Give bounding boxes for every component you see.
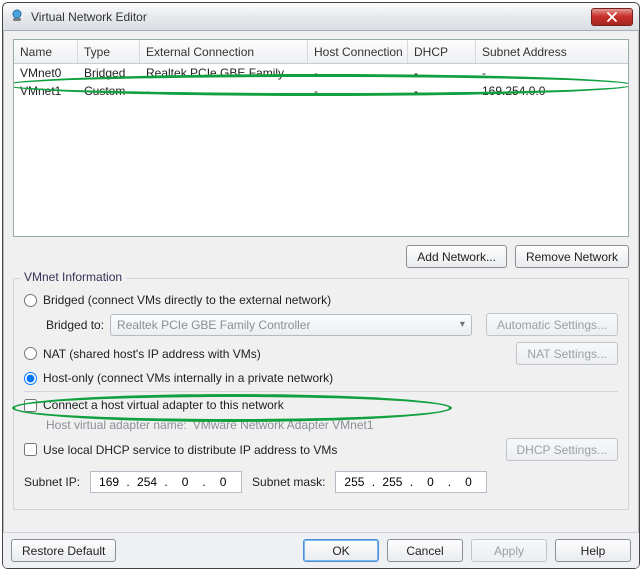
close-icon [607, 12, 617, 22]
bridged-to-dropdown: Realtek PCIe GBE Family Controller ▾ [110, 314, 472, 336]
cancel-button[interactable]: Cancel [387, 539, 463, 562]
separator [24, 391, 618, 392]
content-area: Name Type External Connection Host Conne… [3, 31, 639, 532]
nat-label: NAT (shared host's IP address with VMs) [43, 347, 261, 361]
connect-host-adapter-label: Connect a host virtual adapter to this n… [43, 398, 284, 412]
col-name[interactable]: Name [14, 40, 78, 63]
nat-radio-row: NAT (shared host's IP address with VMs) … [24, 342, 618, 365]
subnet-mask-label: Subnet mask: [252, 475, 325, 489]
subnet-ip-field[interactable]: 169. 254. 0. 0 [90, 471, 242, 493]
host-adapter-name-value: VMware Network Adapter VMnet1 [193, 418, 374, 432]
col-host[interactable]: Host Connection [308, 40, 408, 63]
bridged-to-label: Bridged to: [46, 318, 104, 332]
bridged-label: Bridged (connect VMs directly to the ext… [43, 293, 331, 307]
restore-default-button[interactable]: Restore Default [11, 539, 116, 562]
app-icon [9, 9, 25, 25]
subnet-row: Subnet IP: 169. 254. 0. 0 Subnet mask: 2… [24, 471, 618, 493]
connect-host-adapter-checkbox[interactable] [24, 399, 37, 412]
col-type[interactable]: Type [78, 40, 140, 63]
remove-network-button[interactable]: Remove Network [515, 245, 629, 268]
hostonly-radio[interactable] [24, 372, 37, 385]
subnet-ip-label: Subnet IP: [24, 475, 80, 489]
col-dhcp[interactable]: DHCP [408, 40, 476, 63]
chevron-down-icon: ▾ [460, 319, 465, 330]
use-dhcp-checkbox[interactable] [24, 443, 37, 456]
group-legend: VMnet Information [20, 270, 126, 284]
nat-radio[interactable] [24, 347, 37, 360]
network-list[interactable]: Name Type External Connection Host Conne… [13, 39, 629, 237]
table-header: Name Type External Connection Host Conne… [14, 40, 628, 64]
dhcp-settings-button: DHCP Settings... [506, 438, 618, 461]
use-dhcp-row: Use local DHCP service to distribute IP … [24, 438, 618, 461]
virtual-network-editor-window: Virtual Network Editor Name Type Externa… [2, 2, 640, 569]
host-adapter-name-label: Host virtual adapter name: [46, 418, 187, 432]
bottom-button-bar: Restore Default OK Cancel Apply Help [3, 532, 639, 568]
apply-button: Apply [471, 539, 547, 562]
network-buttons-row: Add Network... Remove Network [13, 245, 629, 268]
bridged-to-row: Bridged to: Realtek PCIe GBE Family Cont… [24, 313, 618, 336]
window-title: Virtual Network Editor [31, 10, 585, 24]
ok-button[interactable]: OK [303, 539, 379, 562]
automatic-settings-button: Automatic Settings... [486, 313, 618, 336]
help-button[interactable]: Help [555, 539, 631, 562]
use-dhcp-label: Use local DHCP service to distribute IP … [43, 443, 337, 457]
titlebar: Virtual Network Editor [3, 3, 639, 31]
hostonly-label: Host-only (connect VMs internally in a p… [43, 371, 333, 385]
bridged-to-value: Realtek PCIe GBE Family Controller [117, 318, 310, 332]
table-row[interactable]: VMnet1 Custom - - - 169.254.0.0 [14, 82, 628, 100]
col-subnet[interactable]: Subnet Address [476, 40, 628, 63]
bridged-radio[interactable] [24, 294, 37, 307]
connect-host-adapter-row: Connect a host virtual adapter to this n… [24, 398, 618, 412]
host-adapter-name-row: Host virtual adapter name: VMware Networ… [24, 418, 618, 432]
table-row[interactable]: VMnet0 Bridged Realtek PCIe GBE Family C… [14, 64, 628, 82]
col-ext[interactable]: External Connection [140, 40, 308, 63]
bridged-radio-row: Bridged (connect VMs directly to the ext… [24, 293, 618, 307]
vmnet-information-group: VMnet Information Bridged (connect VMs d… [13, 278, 629, 510]
window-close-button[interactable] [591, 8, 633, 26]
subnet-mask-field[interactable]: 255. 255. 0. 0 [335, 471, 487, 493]
add-network-button[interactable]: Add Network... [406, 245, 507, 268]
hostonly-radio-row: Host-only (connect VMs internally in a p… [24, 371, 618, 385]
nat-settings-button: NAT Settings... [516, 342, 618, 365]
